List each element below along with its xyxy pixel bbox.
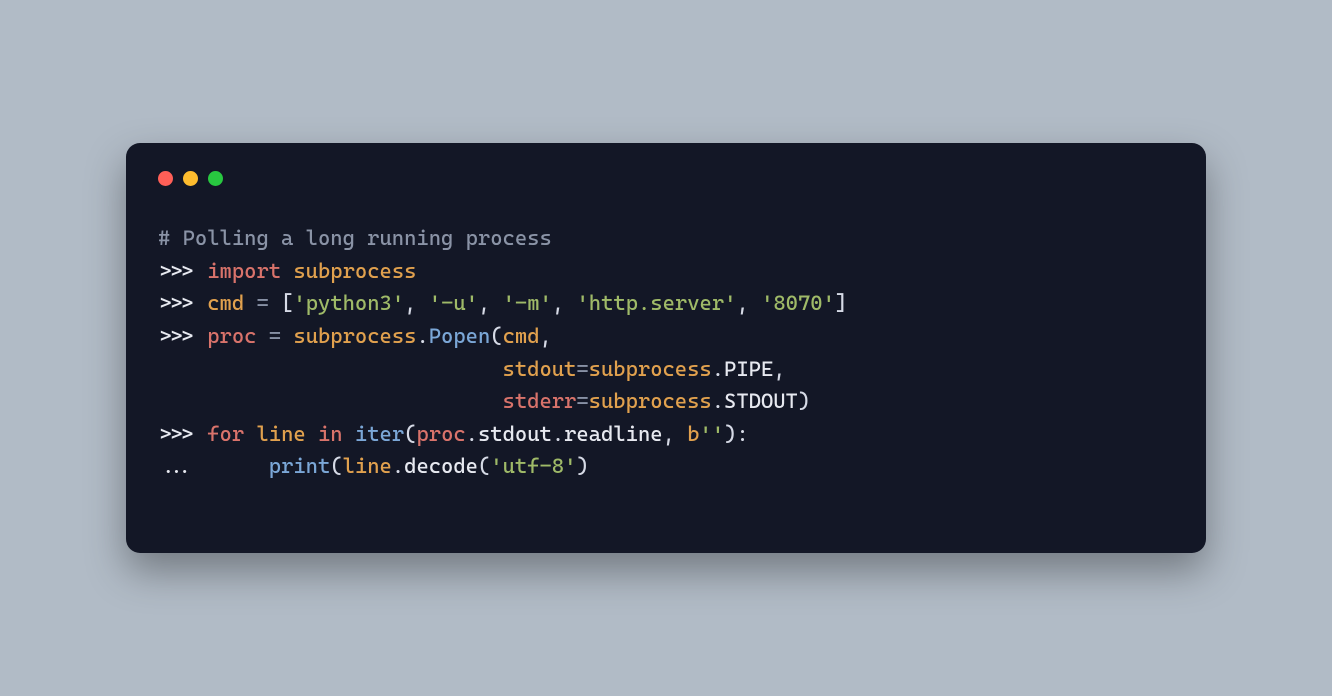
dot: .: [712, 389, 724, 413]
equals: =: [269, 324, 281, 348]
kw-import: import: [207, 259, 281, 283]
equals: =: [256, 291, 268, 315]
repl-prompt: >>>: [158, 324, 195, 348]
paren-open: (: [404, 422, 416, 446]
comma: ,: [478, 291, 490, 315]
paren-open: (: [478, 454, 490, 478]
comma: ,: [404, 291, 416, 315]
bytes-prefix: b: [687, 422, 699, 446]
dot: .: [712, 357, 724, 381]
fn-print: print: [269, 454, 331, 478]
dot: .: [552, 422, 564, 446]
bracket-close: ]: [835, 291, 847, 315]
const-pipe: PIPE: [724, 357, 773, 381]
str-utf8: 'utf-8': [490, 454, 576, 478]
paren-close: ): [576, 454, 588, 478]
attr-stdout: stdout: [478, 422, 552, 446]
var-line: line: [343, 454, 392, 478]
attr-decode: decode: [404, 454, 478, 478]
paren-close: ): [798, 389, 810, 413]
dot: .: [416, 324, 428, 348]
str-httpserver: 'http.server': [576, 291, 736, 315]
var-proc: proc: [416, 422, 465, 446]
repl-prompt: >>>: [158, 291, 195, 315]
fn-iter: iter: [355, 422, 404, 446]
dot: .: [466, 422, 478, 446]
equals: =: [576, 357, 588, 381]
repl-prompt: >>>: [158, 422, 195, 446]
terminal-window: # Polling a long running process >>> imp…: [126, 143, 1206, 552]
var-line: line: [256, 422, 305, 446]
str-port: '8070': [761, 291, 835, 315]
module-subprocess: subprocess: [293, 324, 416, 348]
kw-for: for: [207, 422, 244, 446]
kw-stderr: stderr: [503, 389, 577, 413]
attr-readline: readline: [564, 422, 662, 446]
comma: ,: [663, 422, 675, 446]
str-m: '-m': [503, 291, 552, 315]
fn-popen: Popen: [429, 324, 491, 348]
kw-in: in: [318, 422, 343, 446]
zoom-icon[interactable]: [208, 171, 223, 186]
var-proc: proc: [207, 324, 256, 348]
arg-cmd: cmd: [503, 324, 540, 348]
code-block: # Polling a long running process >>> imp…: [158, 222, 1174, 482]
close-icon[interactable]: [158, 171, 173, 186]
paren-close: ): [724, 422, 736, 446]
equals: =: [576, 389, 588, 413]
minimize-icon[interactable]: [183, 171, 198, 186]
indent: [158, 389, 503, 413]
repl-continuation: ...: [158, 454, 195, 478]
paren-open: (: [330, 454, 342, 478]
module-subprocess: subprocess: [293, 259, 416, 283]
comma: ,: [540, 324, 552, 348]
repl-prompt: >>>: [158, 259, 195, 283]
comma: ,: [552, 291, 564, 315]
paren-open: (: [490, 324, 502, 348]
comma: ,: [773, 357, 785, 381]
indent: [158, 357, 503, 381]
const-stdout: STDOUT: [724, 389, 798, 413]
var-cmd: cmd: [207, 291, 244, 315]
module-subprocess: subprocess: [589, 357, 712, 381]
dot: .: [392, 454, 404, 478]
colon: :: [736, 422, 748, 446]
bracket-open: [: [281, 291, 293, 315]
code-comment: # Polling a long running process: [158, 226, 552, 250]
str-empty: '': [700, 422, 725, 446]
str-u: '-u': [429, 291, 478, 315]
comma: ,: [736, 291, 748, 315]
module-subprocess: subprocess: [589, 389, 712, 413]
window-titlebar: [158, 171, 1174, 186]
str-python3: 'python3': [293, 291, 404, 315]
kw-stdout: stdout: [503, 357, 577, 381]
indent-body: [195, 454, 257, 478]
